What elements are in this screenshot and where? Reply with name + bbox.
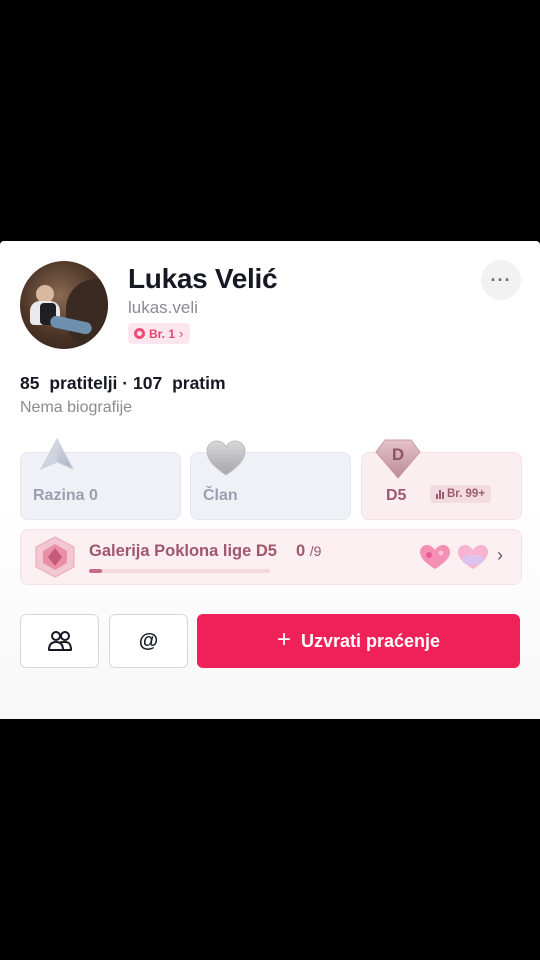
more-options-button[interactable]: ··· [481,260,521,300]
gallery-count: 0 /9 [296,542,321,561]
mention-icon: @ [138,629,159,652]
gift-gallery[interactable]: Galerija Poklona lige D5 0 /9 › [20,529,522,585]
follow-back-button[interactable]: + Uzvrati praćenje [197,614,520,668]
following-label[interactable]: pratim [172,373,225,393]
league-rank-chip: Br. 99+ [430,485,492,503]
league-tile[interactable]: D D5 Br. 99+ [361,439,522,520]
profile-name: Lukas Velić [128,263,278,294]
gallery-title: Galerija Poklona lige D5 [89,542,277,560]
friends-icon [47,631,72,651]
followers-count[interactable]: 85 [20,373,39,393]
rank-icon [134,328,145,339]
level-label: Razina 0 [33,487,98,504]
gallery-progress-fill [89,569,102,573]
gallery-count-value: 0 [296,542,306,560]
league-rank: Br. 99+ [447,488,486,500]
friends-button[interactable] [20,614,99,668]
more-horizontal-icon: ··· [490,269,512,290]
league-diamond-icon: D [375,439,421,479]
bar-chart-icon [436,489,444,499]
diamond-letter: D [392,445,404,464]
mention-button[interactable]: @ [109,614,188,668]
heart-gift-icon [458,545,488,569]
level-plane-icon [39,437,75,471]
avatar[interactable] [20,261,108,349]
following-count[interactable]: 107 [133,373,162,393]
member-label: Član [203,487,238,504]
plus-icon: + [276,626,291,653]
follow-back-label: Uzvrati praćenje [300,630,441,651]
followers-label[interactable]: pratitelji [49,373,117,393]
gallery-count-total: /9 [309,543,322,559]
rank-badge[interactable]: Br. 1 › [128,323,191,344]
profile-card: Lukas Velić lukas.veli Br. 1 › ··· 85 pr… [0,241,540,719]
level-tile[interactable]: Razina 0 [20,437,181,520]
profile-handle: lukas.veli [128,298,198,317]
bio: Nema biografije [20,399,133,416]
member-tile[interactable]: Član [190,440,351,520]
stats-separator: · [117,373,133,393]
chevron-right-icon: › [179,326,184,341]
heart-gift-icon [420,545,450,569]
league-label: D5 [386,487,407,504]
chevron-right-icon: › [497,545,503,565]
follow-stats: 85 pratitelji · 107 pratim [20,373,226,394]
gallery-gem-icon [35,536,75,578]
rank-badge-label: Br. 1 [149,326,176,341]
heart-icon [206,440,246,476]
gallery-progress [89,569,270,573]
